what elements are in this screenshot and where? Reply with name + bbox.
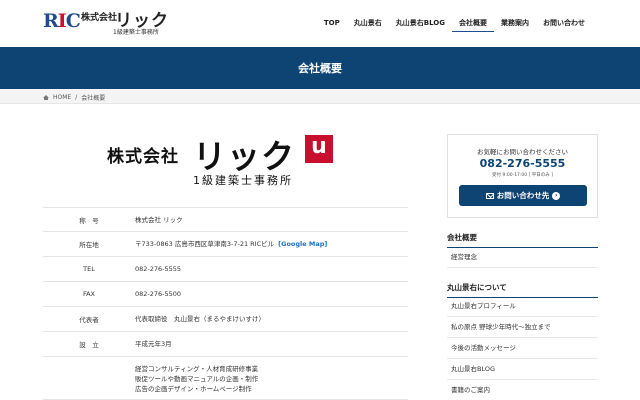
- row-label: TEL: [83, 265, 95, 273]
- site-logo[interactable]: RIC 株式会社 リック 1級建築士事務所: [43, 8, 173, 38]
- business-line: 経営コンサルティング・人材育成研修事業: [135, 365, 259, 373]
- contact-button[interactable]: お問い合わせ先 ›: [459, 185, 587, 206]
- row-value: 082-276-5555: [135, 265, 182, 273]
- row-label: 代表者: [79, 316, 99, 324]
- breadcrumb-home[interactable]: HOME: [53, 94, 71, 101]
- contact-box: お気軽にお問い合わせください 082-276-5555 受付 9:00-17:0…: [447, 134, 598, 218]
- nav-top[interactable]: TOP: [317, 18, 347, 32]
- row-value: 株式会社 リック: [135, 215, 183, 224]
- company-logo: 株式会社 リック u 1級建築士事務所: [107, 134, 357, 190]
- table-row: 代表者 代表取締役 丸山景右（まるやまけいすけ）: [43, 307, 408, 332]
- sidebar-item[interactable]: 丸山景右BLOG: [447, 359, 598, 380]
- nav-contact[interactable]: お問い合わせ: [536, 18, 592, 32]
- company-logo-badge: u: [305, 135, 333, 163]
- row-label: [43, 359, 135, 363]
- google-map-link[interactable]: [Google Map]: [278, 240, 327, 248]
- logo-mark: RIC: [43, 10, 81, 32]
- logo-company: 株式会社: [81, 13, 118, 23]
- mail-icon: [485, 192, 494, 199]
- site-header: RIC 株式会社 リック 1級建築士事務所 TOP 丸山景右 丸山景右BLOG …: [0, 0, 640, 47]
- table-row: 称 号 株式会社 リック: [43, 207, 408, 232]
- breadcrumb-separator: /: [75, 94, 78, 101]
- row-label: 称 号: [79, 216, 99, 225]
- breadcrumb: HOME / 会社概要: [0, 89, 640, 104]
- business-line: 販促ツールや動画マニュアルの企画・制作: [135, 375, 259, 383]
- nav-maruyama[interactable]: 丸山景右: [347, 18, 389, 32]
- table-row: 設 立 平成元年3月: [43, 332, 408, 357]
- page-banner: 会社概要: [0, 47, 640, 89]
- contact-button-label: お問い合わせ先: [496, 191, 550, 200]
- page-title: 会社概要: [298, 62, 342, 75]
- table-row: FAX 082-276-5500: [43, 282, 408, 307]
- row-label: 所在地: [79, 241, 99, 249]
- row-value: 代表取締役 丸山景右（まるやまけいすけ）: [135, 315, 265, 323]
- home-icon: [43, 95, 49, 100]
- sidebar-item[interactable]: 私の原点 野球少年時代〜独立まで: [447, 317, 598, 338]
- sidebar-list: 経営理念: [447, 247, 598, 268]
- company-logo-subtitle: 1級建築士事務所: [193, 174, 293, 187]
- contact-hours: 受付 9:00-17:00 [ 平日のみ ]: [492, 173, 553, 178]
- sidebar-list: 丸山景右プロフィール 私の原点 野球少年時代〜独立まで 今後の活動メッセージ 丸…: [447, 296, 598, 400]
- company-logo-kabushiki: 株式会社: [107, 147, 179, 167]
- sidebar-item[interactable]: 経営理念: [447, 247, 598, 268]
- business-line: 広告の企画デザイン・ホームページ制作: [135, 385, 252, 393]
- main-nav: TOP 丸山景右 丸山景右BLOG 会社概要 業務案内 お問い合わせ: [317, 18, 592, 32]
- nav-blog[interactable]: 丸山景右BLOG: [389, 18, 452, 32]
- row-label: 設 立: [79, 341, 99, 349]
- nav-services[interactable]: 業務案内: [494, 18, 536, 32]
- row-value: 経営コンサルティング・人材育成研修事業 販促ツールや動画マニュアルの企画・制作 …: [135, 359, 408, 399]
- nav-company[interactable]: 会社概要: [452, 18, 494, 32]
- breadcrumb-current: 会社概要: [81, 95, 106, 102]
- table-row: TEL 082-276-5555: [43, 257, 408, 282]
- contact-phone[interactable]: 082-276-5555: [448, 157, 597, 170]
- sidebar-item[interactable]: 書籍のご案内: [447, 380, 598, 400]
- contact-lead: お気軽にお問い合わせください: [477, 148, 568, 156]
- sidebar-section-title: 会社概要: [447, 232, 598, 248]
- row-value: 平成元年3月: [135, 340, 172, 348]
- arrow-right-icon: ›: [552, 191, 561, 200]
- company-logo-name: リック: [193, 137, 295, 176]
- sidebar-item[interactable]: 丸山景右プロフィール: [447, 296, 598, 317]
- logo-subtitle: 1級建築士事務所: [113, 29, 159, 36]
- row-value: 082-276-5500: [135, 290, 182, 298]
- table-row: 所在地 〒733-0863 広島市西区草津南3-7-21 RICビル [Googl…: [43, 232, 408, 257]
- table-row: 経営コンサルティング・人材育成研修事業 販促ツールや動画マニュアルの企画・制作 …: [43, 357, 408, 400]
- row-label: FAX: [82, 290, 96, 298]
- sidebar-item[interactable]: 今後の活動メッセージ: [447, 338, 598, 359]
- company-info-table: 称 号 株式会社 リック 所在地 〒733-0863 広島市西区草津南3-7-2…: [43, 207, 408, 400]
- row-value: 〒733-0863 広島市西区草津南3-7-21 RICビル [Google Ma…: [135, 240, 328, 248]
